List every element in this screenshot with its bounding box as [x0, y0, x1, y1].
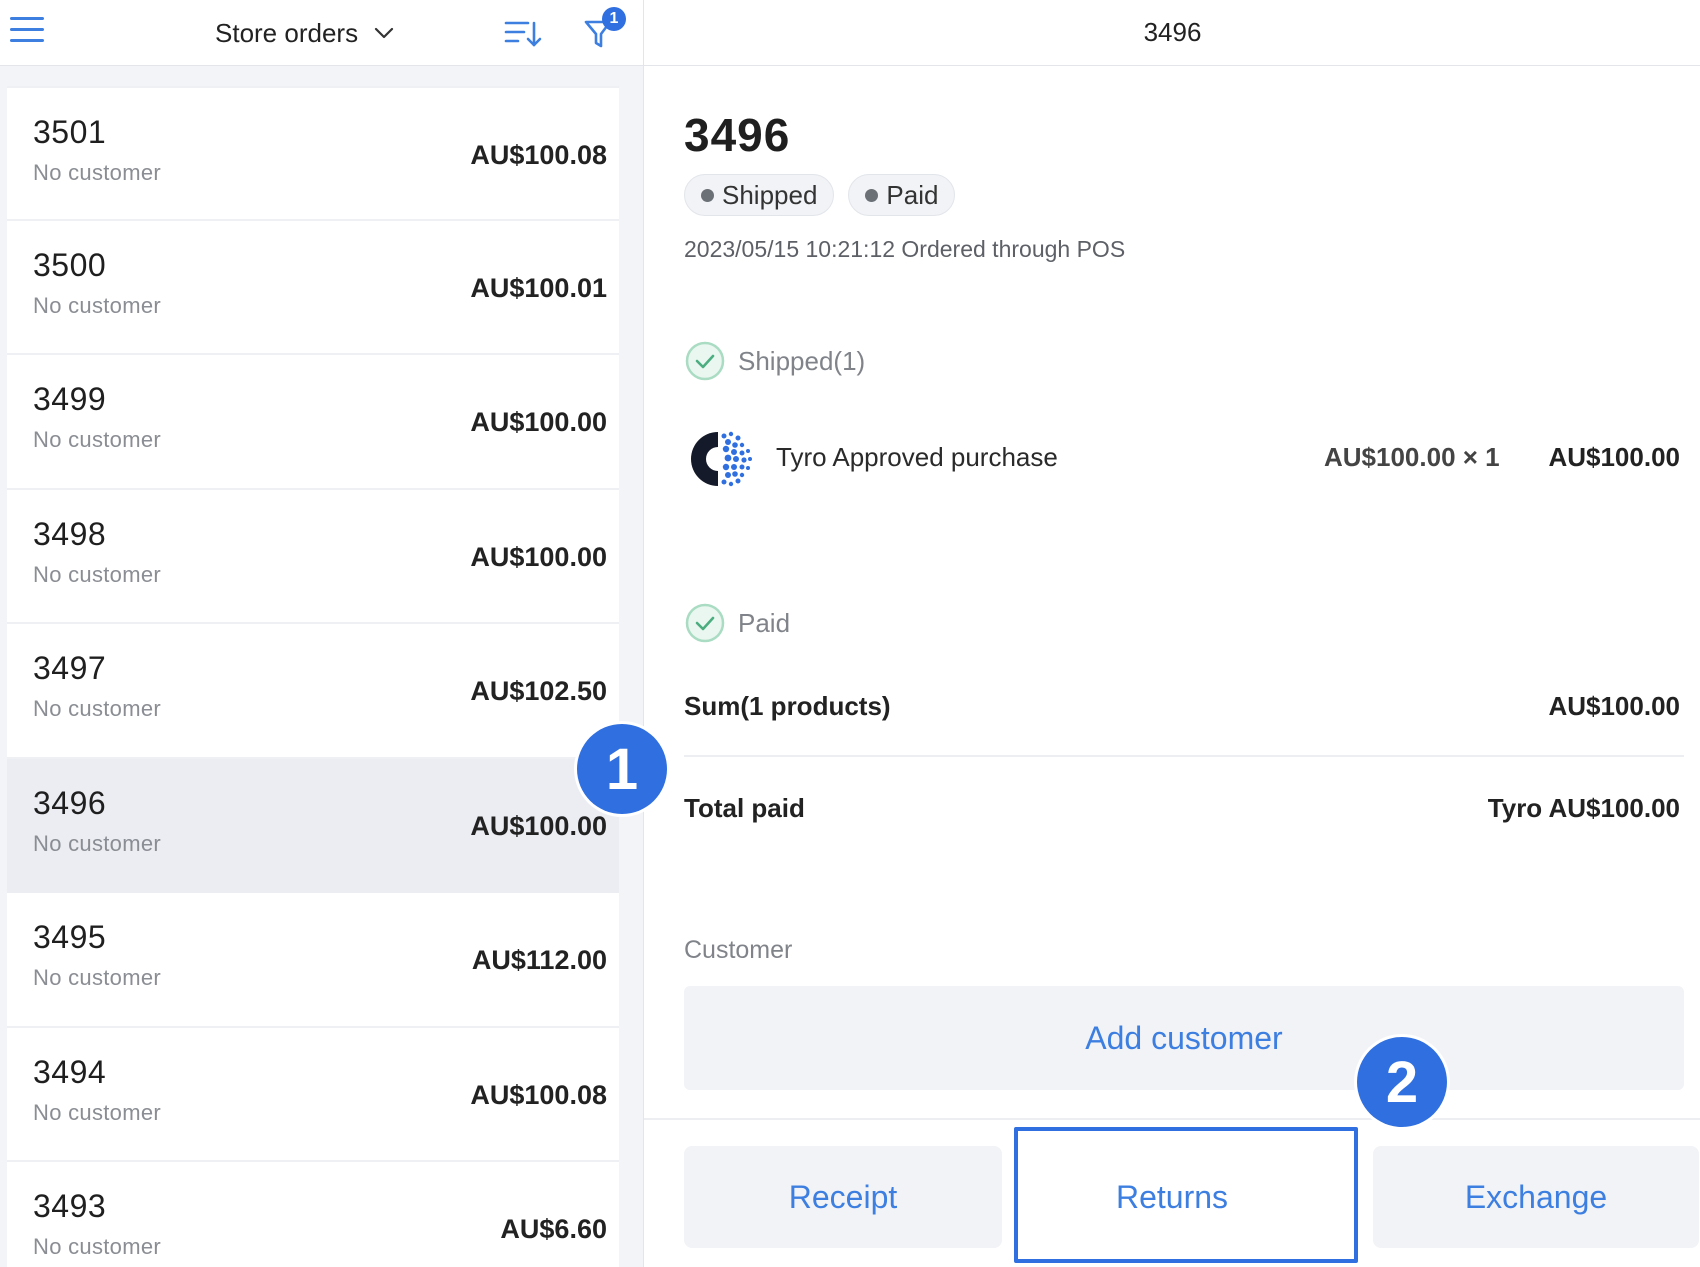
order-customer: No customer	[33, 1099, 162, 1125]
order-number: 3497	[33, 650, 107, 686]
status-dot-icon	[865, 188, 879, 202]
order-detail-pane: 3496 3496 Shipped Paid 2023/05/15 10:21:…	[643, 0, 1700, 1267]
paid-status: Paid	[684, 602, 790, 644]
order-list-item[interactable]: 3501 No customer AU$100.08	[7, 86, 619, 221]
chevron-down-icon	[374, 27, 394, 39]
order-list-item[interactable]: 3497 No customer AU$102.50	[7, 624, 619, 759]
filter-button[interactable]: 1	[582, 6, 628, 52]
product-total: AU$100.00	[1548, 442, 1680, 472]
order-amount: AU$112.00	[471, 945, 607, 975]
sort-icon[interactable]	[502, 15, 542, 51]
order-list-item[interactable]: 3500 No customer AU$100.01	[7, 221, 619, 355]
order-amount: AU$6.60	[500, 1214, 607, 1244]
receipt-button[interactable]: Receipt	[684, 1146, 1002, 1248]
detail-header-title: 3496	[1143, 17, 1202, 47]
order-customer: No customer	[33, 561, 162, 587]
order-customer: No customer	[33, 830, 162, 856]
order-number-title: 3496	[684, 109, 791, 161]
store-orders-dropdown[interactable]: Store orders	[215, 16, 396, 50]
product-name: Tyro Approved purchase	[776, 442, 1058, 472]
status-dot-icon	[701, 188, 714, 202]
order-number: 3498	[33, 515, 107, 552]
order-meta: 2023/05/15 10:21:12 Ordered through POS	[684, 236, 1126, 262]
order-list-item[interactable]: 3496 No customer AU$100.00	[7, 758, 619, 893]
total-paid-label: Total paid	[684, 793, 805, 823]
exchange-button[interactable]: Exchange	[1373, 1146, 1699, 1248]
product-line[interactable]: Tyro Approved purchase AU$100.00 × 1 AU$…	[684, 418, 1684, 500]
total-paid-value: Tyro AU$100.00	[1487, 793, 1680, 823]
sum-value: AU$100.00	[1548, 691, 1680, 721]
order-amount: AU$100.08	[470, 140, 607, 170]
order-amount: AU$100.00	[470, 407, 607, 437]
detail-header: 3496	[644, 0, 1700, 66]
order-number: 3495	[33, 919, 107, 955]
order-list-item[interactable]: 3494 No customer AU$100.08	[7, 1028, 619, 1162]
order-list-item[interactable]: 3493 No customer AU$6.60	[7, 1162, 619, 1267]
returns-button[interactable]: Returns	[1015, 1146, 1329, 1248]
order-amount: AU$100.08	[470, 1079, 607, 1110]
divider	[684, 755, 1684, 757]
order-customer: No customer	[33, 292, 162, 318]
order-amount: AU$100.01	[470, 272, 607, 303]
step-1-callout: 1	[577, 724, 667, 814]
order-number: 3500	[33, 246, 107, 283]
customer-section-label: Customer	[684, 936, 793, 964]
store-orders-title: Store orders	[215, 17, 359, 48]
status-badge-paid: Paid	[848, 174, 956, 216]
check-circle-icon	[685, 603, 725, 643]
order-amount: AU$100.00	[470, 541, 607, 572]
order-list-item[interactable]: 3495 No customer AU$112.00	[7, 893, 619, 1028]
filter-count-badge: 1	[609, 10, 619, 27]
add-customer-button[interactable]: Add customer	[684, 986, 1684, 1090]
sum-label: Sum(1 products)	[684, 691, 891, 721]
tyro-logo-icon	[691, 431, 758, 488]
order-customer: No customer	[33, 160, 162, 185]
order-number: 3499	[33, 381, 107, 417]
order-number: 3493	[33, 1188, 107, 1224]
list-gutter	[619, 66, 643, 1267]
order-list-item[interactable]: 3498 No customer AU$100.00	[7, 490, 619, 624]
shipped-status: Shipped(1)	[684, 340, 865, 382]
product-qty-price: AU$100.00 × 1	[1324, 442, 1500, 472]
order-number: 3496	[33, 784, 107, 821]
order-amount: AU$100.00	[470, 810, 607, 841]
app: Store orders 1 3501 No customer AU$100.0…	[0, 0, 1700, 1267]
step-2-callout: 2	[1357, 1037, 1447, 1127]
order-customer: No customer	[33, 1234, 162, 1259]
order-customer: No customer	[33, 696, 162, 721]
status-badges: Shipped Paid	[684, 174, 956, 216]
order-customer: No customer	[33, 965, 162, 990]
order-list-item[interactable]: 3499 No customer AU$100.00	[7, 355, 619, 490]
status-badge-shipped: Shipped	[684, 174, 835, 216]
actions-divider	[644, 1118, 1700, 1120]
order-list-header: Store orders 1	[0, 0, 643, 66]
order-list-pane: Store orders 1 3501 No customer AU$100.0…	[0, 0, 643, 1267]
menu-icon[interactable]	[10, 17, 44, 45]
check-circle-icon	[685, 341, 725, 381]
order-amount: AU$102.50	[470, 676, 607, 706]
order-list: 3501 No customer AU$100.08 3500 No customer A…	[7, 86, 619, 1267]
order-number: 3501	[33, 114, 107, 150]
order-number: 3494	[33, 1053, 107, 1090]
order-customer: No customer	[33, 427, 162, 452]
